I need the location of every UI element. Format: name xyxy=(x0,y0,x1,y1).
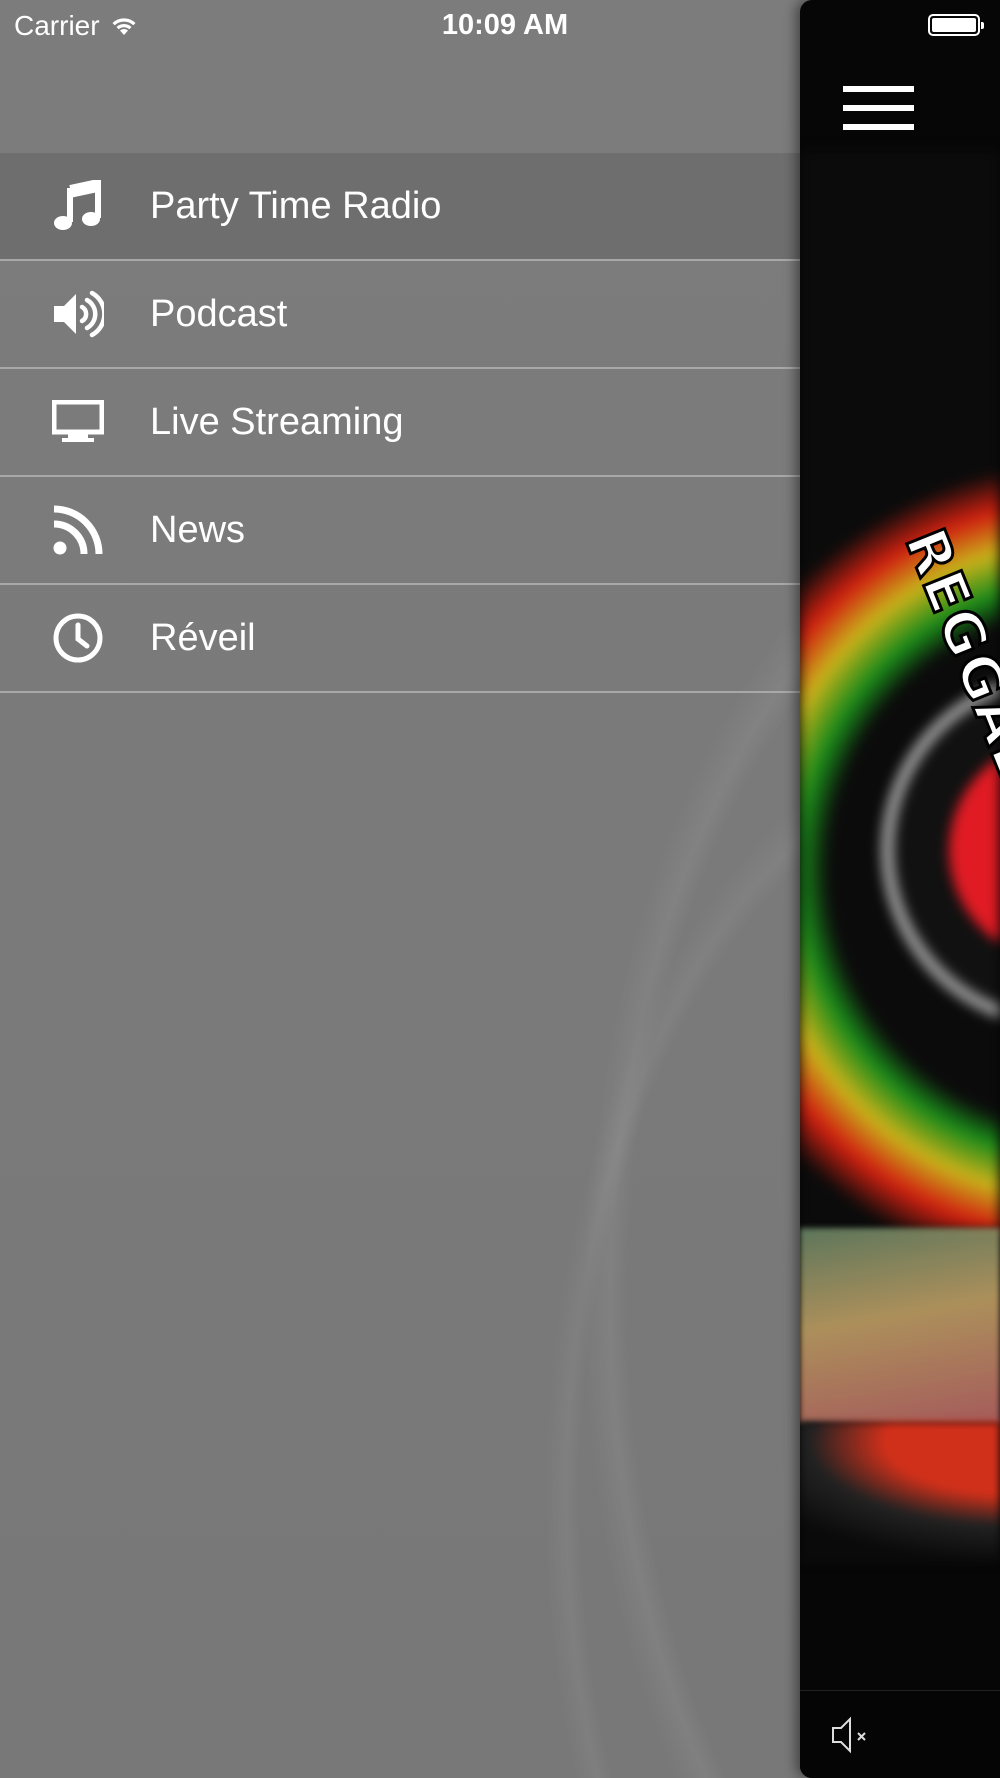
speaker-mute-icon[interactable] xyxy=(830,1713,874,1757)
monitor-icon xyxy=(50,394,106,450)
menu-item-label: Party Time Radio xyxy=(150,184,442,227)
clock-icon xyxy=(50,610,106,666)
artwork-bottom xyxy=(800,1422,1000,1564)
side-drawer: Party Time Radio Podcast Live Streaming … xyxy=(0,0,800,1778)
main-content-panel[interactable]: REGGAE D xyxy=(800,0,1000,1778)
status-bar: Carrier 10:09 AM xyxy=(0,0,1000,50)
player-bottom-bar xyxy=(800,1690,1000,1778)
menu-item-live-streaming[interactable]: Live Streaming xyxy=(0,369,800,477)
speaker-volume-icon xyxy=(50,286,106,342)
menu-item-reveil[interactable]: Réveil xyxy=(0,585,800,693)
battery-icon xyxy=(928,14,984,36)
music-note-icon xyxy=(50,178,106,234)
artwork-band xyxy=(800,1228,1000,1423)
menu-item-label: Live Streaming xyxy=(150,400,404,443)
hamburger-menu-icon[interactable] xyxy=(843,86,914,130)
menu-item-news[interactable]: News xyxy=(0,477,800,585)
status-time: 10:09 AM xyxy=(441,9,569,41)
menu-item-label: Réveil xyxy=(150,616,256,659)
rss-feed-icon xyxy=(50,502,106,558)
menu-item-label: News xyxy=(150,508,246,551)
menu-item-podcast[interactable]: Podcast xyxy=(0,261,800,369)
drawer-menu: Party Time Radio Podcast Live Streaming … xyxy=(0,153,800,693)
menu-item-label: Podcast xyxy=(150,292,288,335)
menu-item-party-time-radio[interactable]: Party Time Radio xyxy=(0,153,800,261)
